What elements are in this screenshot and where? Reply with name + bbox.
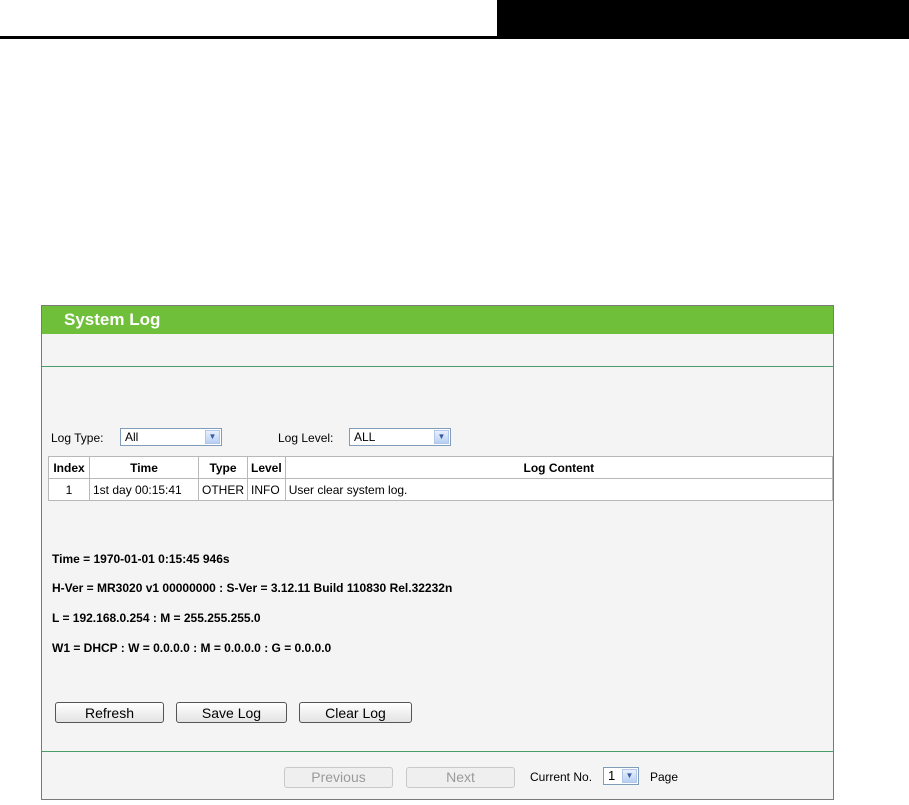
- log-table: Index Time Type Level Log Content 1 1st …: [48, 456, 834, 501]
- bottom-divider: [42, 751, 833, 752]
- save-log-button[interactable]: Save Log: [176, 702, 287, 723]
- log-type-select[interactable]: All ▼: [120, 428, 222, 446]
- log-type-label: Log Type:: [51, 431, 104, 445]
- chevron-down-icon[interactable]: ▼: [434, 430, 449, 444]
- column-header-time: Time: [89, 456, 199, 479]
- current-page-label: Current No.: [530, 770, 593, 784]
- info-lan: L = 192.168.0.254 : M = 255.255.255.0: [52, 611, 261, 625]
- cell-type: OTHER: [198, 478, 248, 501]
- cell-log-content: User clear system log.: [284, 478, 834, 501]
- top-divider: [42, 366, 833, 367]
- info-wan: W1 = DHCP : W = 0.0.0.0 : M = 0.0.0.0 : …: [52, 641, 332, 655]
- log-level-select[interactable]: ALL ▼: [349, 428, 451, 446]
- info-time: Time = 1970-01-01 0:15:45 946s: [52, 552, 230, 566]
- refresh-button[interactable]: Refresh: [55, 702, 164, 723]
- info-version: H-Ver = MR3020 v1 00000000 : S-Ver = 3.1…: [52, 581, 453, 595]
- page-select[interactable]: 1 ▼: [603, 767, 639, 785]
- document-header-rule: [0, 36, 497, 39]
- column-header-index: Index: [48, 456, 90, 479]
- previous-button[interactable]: Previous: [284, 767, 393, 788]
- cell-level: INFO: [247, 478, 286, 501]
- log-type-value: All: [125, 430, 139, 444]
- chevron-down-icon[interactable]: ▼: [622, 769, 637, 783]
- cell-time: 1st day 00:15:41: [89, 478, 199, 501]
- cell-index: 1: [48, 478, 90, 501]
- column-header-log-content: Log Content: [284, 456, 834, 479]
- page-select-value: 1: [608, 768, 616, 783]
- log-level-label: Log Level:: [278, 431, 334, 445]
- column-header-level: Level: [247, 456, 286, 479]
- system-log-panel: System Log Log Type: All ▼ Log Level: AL…: [41, 305, 834, 800]
- log-level-value: ALL: [354, 430, 376, 444]
- panel-title: System Log: [42, 306, 833, 334]
- chevron-down-icon[interactable]: ▼: [205, 430, 220, 444]
- page-suffix-label: Page: [650, 770, 679, 784]
- clear-log-button[interactable]: Clear Log: [299, 702, 412, 723]
- next-button[interactable]: Next: [406, 767, 515, 788]
- table-header-row: Index Time Type Level Log Content: [48, 456, 834, 479]
- document-header-block: [497, 0, 909, 39]
- table-row: 1 1st day 00:15:41 OTHER INFO User clear…: [48, 478, 834, 501]
- column-header-type: Type: [198, 456, 248, 479]
